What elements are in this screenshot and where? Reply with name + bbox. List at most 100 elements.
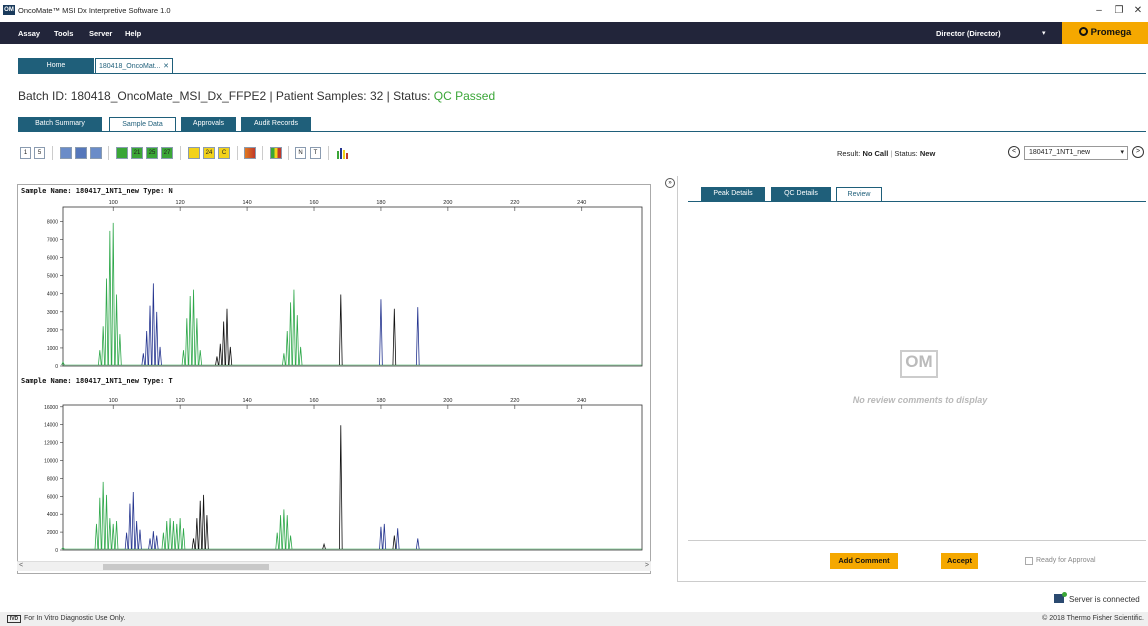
peak-trace xyxy=(154,311,159,366)
tumor-toggle-button[interactable]: T xyxy=(310,147,321,159)
accept-button[interactable]: Accept xyxy=(941,553,978,569)
overlay-chart-icon[interactable] xyxy=(336,147,348,159)
y-tick-label: 0 xyxy=(55,548,58,554)
tab-peak-details[interactable]: Peak Details xyxy=(701,187,765,201)
peak-trace xyxy=(144,331,149,366)
green-21-button[interactable]: 21 xyxy=(131,147,143,159)
peak-trace xyxy=(101,326,105,366)
close-window-button[interactable]: ✕ xyxy=(1129,3,1147,19)
x-tick-label: 180 xyxy=(376,398,385,404)
peak-trace xyxy=(382,523,387,550)
peak-trace xyxy=(111,523,116,550)
x-tick-label: 100 xyxy=(109,398,118,404)
green-25-button[interactable]: 25 xyxy=(146,147,158,159)
user-menu[interactable]: Director (Director) xyxy=(936,29,1001,38)
menu-help[interactable]: Help xyxy=(125,29,141,38)
server-connected-icon xyxy=(1054,592,1067,603)
yellow-dye-button[interactable] xyxy=(188,147,200,159)
review-panel: Peak Details QC Details Review OM No rev… xyxy=(677,176,1146,582)
peak-trace xyxy=(278,515,283,550)
menu-assay[interactable]: Assay xyxy=(18,29,40,38)
tab-batch[interactable]: 180418_OncoMat... ✕ xyxy=(95,58,173,73)
review-tab-divider xyxy=(688,201,1146,202)
y-tick-label: 16000 xyxy=(44,405,58,411)
peak-trace xyxy=(201,494,206,550)
peak-trace xyxy=(178,518,182,550)
tab-qc-details[interactable]: QC Details xyxy=(771,187,831,201)
orange-dye-button[interactable] xyxy=(244,147,256,159)
peak-trace xyxy=(111,222,116,366)
toolbar-separator xyxy=(262,146,263,160)
minimize-button[interactable]: – xyxy=(1090,3,1108,19)
scroll-right-icon[interactable]: > xyxy=(645,562,649,569)
peak-trace xyxy=(191,538,196,550)
peak-trace xyxy=(124,532,129,550)
peak-trace xyxy=(188,296,192,366)
peak-trace xyxy=(221,321,226,366)
yellow-c-button[interactable]: C xyxy=(218,147,230,159)
peak-trace xyxy=(225,308,229,366)
plot-tumor[interactable]: Sample Name: 180417_1NT1_new Type: T 100… xyxy=(18,375,650,555)
peak-trace xyxy=(195,518,199,550)
menu-tools[interactable]: Tools xyxy=(54,29,73,38)
status-value: New xyxy=(919,149,936,158)
plot-frame xyxy=(62,206,643,367)
scroll-thumb[interactable] xyxy=(103,564,269,570)
peak-trace xyxy=(151,531,156,550)
tab-approvals[interactable]: Approvals xyxy=(181,117,236,131)
tab-batch-label: 180418_OncoMat... xyxy=(99,63,161,70)
sample-select[interactable]: 180417_1NT1_new ▾ xyxy=(1024,146,1128,160)
peak-trace xyxy=(128,503,132,550)
maximize-button[interactable]: ❐ xyxy=(1110,3,1128,19)
x-tick-label: 240 xyxy=(577,200,586,206)
scroll-left-icon[interactable]: < xyxy=(19,562,23,569)
menu-server[interactable]: Server xyxy=(89,29,112,38)
collapse-panel-button[interactable]: » xyxy=(665,178,675,188)
peak-trace xyxy=(285,331,290,366)
electropherogram-tumor: 100 120 140 160 180 200 220 240 0 2000 4000 6000 800… xyxy=(44,398,643,554)
blue-dye-button-2[interactable] xyxy=(75,147,87,159)
peak-trace xyxy=(338,294,343,366)
normal-toggle-button[interactable]: N xyxy=(295,147,306,159)
peak-trace xyxy=(195,318,199,366)
chevron-down-icon[interactable]: ▾ xyxy=(1042,29,1046,37)
add-comment-button[interactable]: Add Comment xyxy=(830,553,898,569)
promega-ring-icon xyxy=(1078,27,1088,36)
peak-trace xyxy=(392,535,397,550)
tab-review[interactable]: Review xyxy=(836,187,882,202)
x-tick-label: 240 xyxy=(577,398,586,404)
tab-home[interactable]: Home xyxy=(18,58,94,73)
tab-sample-data[interactable]: Sample Data xyxy=(109,117,176,132)
tab-batch-summary[interactable]: Batch Summary xyxy=(18,117,102,131)
x-tick-label: 200 xyxy=(443,398,452,404)
horizontal-scrollbar[interactable]: < > xyxy=(17,561,651,571)
electropherogram-normal: 100 120 140 160 180 200 220 240 0 1000 2000 3000 400… xyxy=(47,200,643,370)
close-tab-icon[interactable]: ✕ xyxy=(163,59,169,74)
peak-trace xyxy=(282,509,286,550)
result-value: No Call xyxy=(862,149,889,158)
all-dyes-button[interactable] xyxy=(270,147,282,159)
tool-1-button[interactable]: 1 xyxy=(20,147,31,159)
sample-name-tumor: Sample Name: 180417_1NT1_new Type: T xyxy=(21,377,173,385)
yellow-24-button[interactable]: 24 xyxy=(203,147,215,159)
y-tick-label: 3000 xyxy=(47,310,58,316)
previous-sample-button[interactable]: < xyxy=(1008,146,1020,158)
blue-dye-button[interactable] xyxy=(60,147,72,159)
green-dye-button[interactable] xyxy=(116,147,128,159)
peak-trace xyxy=(228,346,233,366)
peak-trace xyxy=(181,350,186,366)
blue-dye-button-3[interactable] xyxy=(90,147,102,159)
green-27-button[interactable]: 27 xyxy=(161,147,173,159)
ready-for-approval-checkbox[interactable] xyxy=(1025,557,1033,565)
y-tick-label: 1000 xyxy=(47,346,58,352)
peak-trace xyxy=(164,520,169,550)
peak-trace xyxy=(415,307,420,366)
peak-trace xyxy=(191,289,196,366)
peak-trace xyxy=(118,334,122,366)
tab-audit-records[interactable]: Audit Records xyxy=(241,117,311,131)
tool-5-button[interactable]: 5 xyxy=(34,147,45,159)
section-tab-divider xyxy=(18,131,1146,132)
peak-trace xyxy=(322,542,326,550)
plot-normal[interactable]: Sample Name: 180417_1NT1_new Type: N 100… xyxy=(18,185,650,375)
next-sample-button[interactable]: > xyxy=(1132,146,1144,158)
